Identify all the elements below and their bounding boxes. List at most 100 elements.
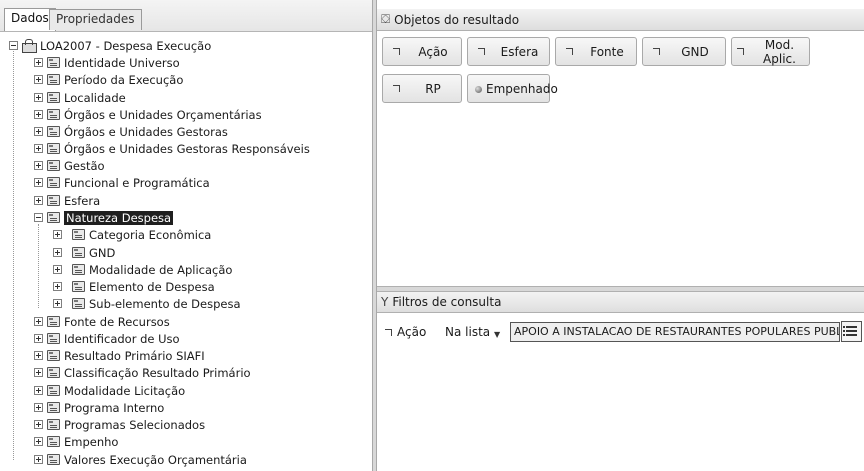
tree-item[interactable]: Funcional e Programática	[34, 174, 210, 191]
expand-icon[interactable]	[34, 351, 43, 360]
collapse-icon[interactable]	[9, 41, 18, 50]
tree-item[interactable]: Gestão	[34, 157, 105, 174]
expand-icon[interactable]	[34, 161, 43, 170]
tree-item-label: Valores Execução Orçamentária	[64, 452, 247, 467]
tree-item[interactable]: Resultado Primário SIAFI	[34, 347, 205, 364]
tree-item[interactable]: Programa Interno	[34, 399, 164, 416]
tree-item[interactable]: Órgãos e Unidades Orçamentárias	[34, 106, 262, 123]
query-filters-title: Filtros de consulta	[392, 295, 502, 309]
expand-icon[interactable]	[34, 196, 43, 205]
tree-item-natureza-despesa[interactable]: Natureza Despesa	[34, 209, 174, 226]
tree-item-label: Natureza Despesa	[64, 210, 174, 225]
tree-item[interactable]: Órgãos e Unidades Gestoras	[34, 123, 228, 140]
folder-icon	[47, 333, 60, 344]
result-object-chip[interactable]: Esfera	[467, 37, 550, 66]
tree-item[interactable]: Classificação Resultado Primário	[34, 364, 251, 381]
expand-icon[interactable]	[34, 75, 43, 84]
result-objects-area[interactable]: Ação Esfera Fonte GND Mod. Aplic. RP Emp…	[377, 31, 864, 286]
tree-item[interactable]: Empenho	[34, 433, 118, 450]
result-objects-header: ⛋ Objetos do resultado	[377, 9, 864, 31]
tree-item[interactable]: Localidade	[34, 89, 126, 106]
result-object-chip[interactable]: GND	[642, 37, 726, 66]
expand-icon[interactable]	[53, 248, 62, 257]
expand-icon[interactable]	[34, 178, 43, 187]
folder-icon	[72, 247, 85, 258]
folder-icon	[47, 74, 60, 85]
result-object-chip[interactable]: Mod. Aplic.	[731, 37, 810, 66]
query-filters-header: Y Filtros de consulta	[377, 291, 864, 313]
expand-icon[interactable]	[34, 386, 43, 395]
tree-subitem[interactable]: Sub-elemento de Despesa	[53, 295, 241, 312]
filter-condition[interactable]: Ação Na lista ▼ APOIO A INSTALACAO DE RE…	[377, 320, 864, 346]
tree-item-label: GND	[89, 245, 116, 260]
tree-item-label: Localidade	[64, 90, 126, 105]
folder-icon	[47, 160, 60, 171]
tree-item-label: Elemento de Despesa	[89, 279, 215, 294]
expand-icon[interactable]	[53, 299, 62, 308]
tree-item[interactable]: Esfera	[34, 192, 100, 209]
result-object-chip[interactable]: Ação	[382, 37, 462, 66]
tree-item-label: Gestão	[64, 158, 105, 173]
tree-root[interactable]: LOA2007 - Despesa Execução	[9, 37, 211, 54]
cube-icon: ⛋	[381, 12, 391, 26]
filter-operator[interactable]: Na lista	[445, 325, 490, 339]
funnel-icon: Y	[381, 295, 389, 309]
expand-icon[interactable]	[34, 110, 43, 119]
expand-icon[interactable]	[34, 420, 43, 429]
folder-icon	[72, 264, 85, 275]
tree-item[interactable]: Identificador de Uso	[34, 330, 180, 347]
folder-icon	[47, 402, 60, 413]
folder-icon	[47, 350, 60, 361]
expand-icon[interactable]	[53, 265, 62, 274]
chevron-down-icon[interactable]: ▼	[494, 330, 500, 339]
tree-item[interactable]: Valores Execução Orçamentária	[34, 451, 247, 468]
tree-root-label: LOA2007 - Despesa Execução	[40, 38, 212, 53]
cube-icon	[22, 39, 37, 53]
folder-icon	[47, 92, 60, 103]
tree-subitem[interactable]: GND	[53, 244, 115, 261]
folder-icon	[47, 126, 60, 137]
expand-icon[interactable]	[34, 93, 43, 102]
expand-icon[interactable]	[34, 437, 43, 446]
tree-item[interactable]: Fonte de Recursos	[34, 313, 170, 330]
expand-icon[interactable]	[34, 455, 43, 464]
result-object-chip[interactable]: Empenhado	[467, 74, 558, 103]
tree-subitem[interactable]: Modalidade de Aplicação	[53, 261, 232, 278]
query-panel: ⛋ Objetos do resultado Ação Esfera Fonte…	[377, 0, 864, 471]
folder-icon	[72, 298, 85, 309]
folder-icon	[72, 281, 85, 292]
tree-item-label: Programas Selecionados	[64, 417, 206, 432]
tree-subitem[interactable]: Elemento de Despesa	[53, 278, 215, 295]
result-object-chip[interactable]: RP	[382, 74, 462, 103]
expand-icon[interactable]	[34, 368, 43, 377]
expand-icon[interactable]	[34, 334, 43, 343]
expand-icon[interactable]	[53, 282, 62, 291]
folder-icon	[47, 212, 60, 223]
tree-subitem[interactable]: Categoria Econômica	[53, 226, 211, 243]
tree-item-label: Modalidade Licitação	[64, 383, 186, 398]
tree-guide-line	[13, 46, 14, 460]
tree-item[interactable]: Órgãos e Unidades Gestoras Responsáveis	[34, 140, 310, 157]
expand-icon[interactable]	[34, 58, 43, 67]
expand-icon[interactable]	[34, 144, 43, 153]
collapse-icon[interactable]	[34, 213, 43, 222]
expand-icon[interactable]	[34, 127, 43, 136]
filter-field[interactable]: Ação	[397, 325, 426, 339]
tree-item-label: Modalidade de Aplicação	[89, 262, 233, 277]
tab-propriedades[interactable]: Propriedades	[49, 9, 142, 30]
list-icon[interactable]	[841, 321, 862, 342]
tree-item[interactable]: Modalidade Licitação	[34, 382, 185, 399]
folder-icon	[47, 436, 60, 447]
tree-item[interactable]: Período da Execução	[34, 71, 183, 88]
expand-icon[interactable]	[34, 317, 43, 326]
result-object-chip[interactable]: Fonte	[555, 37, 637, 66]
tree-item[interactable]: Programas Selecionados	[34, 416, 205, 433]
expand-icon[interactable]	[34, 403, 43, 412]
tree-item[interactable]: Identidade Universo	[34, 54, 180, 71]
folder-icon	[47, 177, 60, 188]
filter-value-input[interactable]: APOIO A INSTALACAO DE RESTAURANTES POPUL…	[510, 322, 840, 342]
tree-item-label: Fonte de Recursos	[64, 314, 170, 329]
tree-item-label: Classificação Resultado Primário	[64, 365, 251, 380]
expand-icon[interactable]	[53, 230, 62, 239]
folder-icon	[47, 367, 60, 378]
